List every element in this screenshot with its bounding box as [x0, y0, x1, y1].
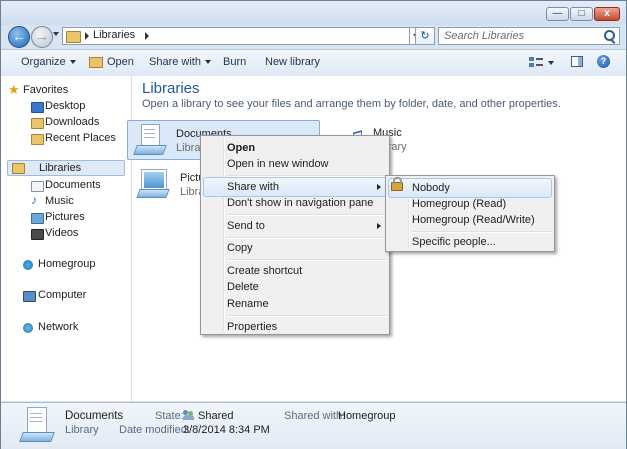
nav-libraries[interactable]: Libraries	[7, 160, 125, 176]
submenu-arrow-icon	[377, 223, 381, 229]
desktop-icon	[31, 102, 44, 113]
libraries-icon	[12, 163, 25, 174]
burn-button[interactable]: Burn	[223, 56, 246, 68]
menu-separator	[227, 214, 387, 216]
recent-pages-dropdown[interactable]	[53, 32, 59, 36]
share-with-button[interactable]: Share with	[149, 56, 211, 68]
homegroup-icon	[23, 260, 33, 270]
documents-icon	[31, 181, 44, 192]
share-with-submenu: Nobody Homegroup (Read) Homegroup (Read/…	[385, 175, 555, 252]
nav-music[interactable]: ♪ Music	[31, 193, 74, 207]
nav-favorites[interactable]: ★ Favorites	[8, 82, 68, 97]
menu-separator	[227, 175, 387, 177]
nav-documents[interactable]: Documents	[31, 179, 101, 192]
page-subtitle: Open a library to see your files and arr…	[142, 98, 561, 110]
refresh-button[interactable]: ↻	[415, 27, 435, 45]
libraries-folder-icon	[66, 31, 81, 43]
videos-icon	[31, 229, 44, 240]
menu-item-open-new-window[interactable]: Open in new window	[227, 155, 329, 173]
change-view-icon[interactable]	[529, 56, 543, 68]
star-icon: ★	[8, 82, 20, 97]
state-label: State:	[155, 410, 184, 422]
nav-desktop[interactable]: Desktop	[31, 100, 85, 113]
menu-separator	[227, 259, 387, 261]
chevron-down-icon	[204, 60, 211, 65]
network-icon	[23, 323, 33, 333]
date-modified-label: Date modified:	[119, 424, 190, 436]
help-icon[interactable]: ?	[597, 55, 610, 68]
close-button[interactable]: x	[594, 7, 620, 21]
preview-pane-icon[interactable]	[571, 56, 583, 67]
state-value: Shared	[198, 410, 234, 422]
menu-separator	[227, 315, 387, 317]
date-modified-value: 3/8/2014 8:34 PM	[183, 424, 270, 436]
music-icon: ♪	[31, 193, 37, 207]
view-options-dropdown-icon[interactable]	[548, 61, 554, 65]
maximize-button[interactable]: □	[570, 7, 593, 21]
nav-computer[interactable]: Computer	[23, 289, 86, 302]
menu-item-dont-show[interactable]: Don't show in navigation pane	[227, 194, 373, 212]
recent-places-icon	[31, 134, 44, 145]
menu-item-send-to[interactable]: Send to	[227, 217, 265, 235]
chevron-down-icon	[69, 60, 76, 65]
lock-icon	[391, 177, 403, 191]
minimize-button[interactable]: —	[546, 7, 569, 21]
nav-recent-places[interactable]: Recent Places	[31, 132, 116, 145]
downloads-icon	[31, 118, 44, 129]
menu-item-rename[interactable]: Rename	[227, 295, 269, 313]
submenu-item-specific-people[interactable]: Specific people...	[412, 233, 496, 251]
pictures-library-icon	[136, 170, 170, 198]
documents-library-icon	[19, 407, 55, 443]
navigation-pane: ★ Favorites Desktop Downloads Recent Pla…	[1, 76, 132, 401]
page-title: Libraries	[142, 80, 200, 97]
nav-homegroup[interactable]: Homegroup	[23, 258, 95, 270]
menu-gutter	[223, 138, 225, 332]
search-placeholder: Search Libraries	[444, 30, 525, 42]
submenu-item-homegroup-readwrite[interactable]: Homegroup (Read/Write)	[412, 211, 535, 229]
submenu-arrow-icon	[377, 184, 381, 190]
address-bar[interactable]: Libraries	[62, 27, 410, 45]
nav-videos[interactable]: Videos	[31, 227, 78, 240]
menu-item-delete[interactable]: Delete	[227, 278, 259, 296]
pictures-icon	[31, 213, 44, 224]
shared-with-label: Shared with:	[284, 410, 346, 422]
detail-name: Documents	[65, 410, 124, 422]
back-button[interactable]: ←	[8, 26, 30, 48]
breadcrumb-libraries[interactable]: Libraries	[93, 29, 135, 41]
documents-library-icon	[133, 124, 167, 156]
organize-button[interactable]: Organize	[21, 56, 76, 68]
forward-button[interactable]: →	[31, 26, 53, 48]
open-button[interactable]: Open	[89, 56, 134, 68]
search-icon[interactable]	[604, 30, 615, 41]
menu-item-properties[interactable]: Properties	[227, 318, 277, 336]
shared-with-value: Homegroup	[338, 410, 396, 422]
detail-type: Library	[65, 424, 99, 436]
refresh-icon: ↻	[420, 30, 430, 42]
computer-icon	[23, 291, 36, 302]
folder-icon	[89, 56, 103, 68]
context-menu: Open Open in new window Share with Don't…	[200, 135, 390, 335]
breadcrumb-next-arrow-icon[interactable]	[145, 32, 149, 40]
new-library-button[interactable]: New library	[265, 56, 320, 68]
breadcrumb-arrow-icon[interactable]	[85, 32, 89, 40]
address-row: ← → Libraries ↻ Search Libraries	[1, 25, 626, 48]
search-input[interactable]: Search Libraries	[438, 27, 620, 45]
command-bar: Organize Open Share with Burn New librar…	[1, 49, 626, 77]
nav-network[interactable]: Network	[23, 321, 78, 333]
title-bar: — □ x	[1, 1, 626, 25]
nav-downloads[interactable]: Downloads	[31, 116, 99, 129]
details-pane: Documents Library State: Shared Shared w…	[1, 402, 626, 449]
nav-pictures[interactable]: Pictures	[31, 211, 85, 224]
menu-item-copy[interactable]: Copy	[227, 239, 253, 257]
shared-users-icon	[183, 410, 194, 420]
